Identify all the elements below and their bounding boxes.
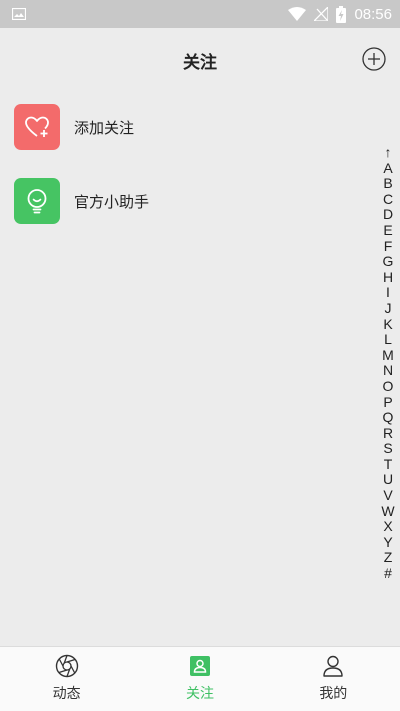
index-letter[interactable]: X [383, 519, 392, 535]
index-letter[interactable]: M [382, 347, 394, 364]
no-signal-icon [314, 7, 329, 21]
index-letter[interactable]: W [381, 503, 394, 520]
tab-feed[interactable]: 动态 [0, 647, 133, 711]
index-letter[interactable]: D [383, 207, 393, 223]
person-icon [323, 655, 344, 677]
tab-label: 我的 [319, 686, 348, 702]
index-letter[interactable]: L [384, 332, 392, 348]
wifi-icon [288, 7, 307, 21]
index-letter[interactable]: ↑ [385, 144, 392, 161]
index-letter[interactable]: S [383, 441, 392, 457]
status-bar: 08:56 [0, 0, 400, 28]
index-letter[interactable]: C [383, 191, 393, 208]
index-letter[interactable]: G [383, 254, 394, 270]
header: 关注 [0, 28, 400, 90]
index-letter[interactable]: U [383, 472, 393, 488]
index-letter[interactable]: Q [383, 409, 394, 426]
tab-me[interactable]: 我的 [267, 647, 400, 711]
index-letter[interactable]: I [386, 285, 390, 301]
lightbulb-face-icon [14, 178, 60, 224]
page-title: 关注 [183, 53, 217, 73]
image-notification-icon [12, 8, 26, 20]
index-letter[interactable]: B [383, 176, 392, 192]
list-item-official-assistant[interactable]: 官方小助手 [14, 178, 149, 224]
alphabet-index[interactable]: ↑ A B C D E F G H I J K L M N O P Q R S T U V W X Y Z # [380, 144, 396, 582]
index-letter[interactable]: K [383, 316, 392, 333]
index-letter[interactable]: J [385, 300, 392, 317]
index-letter[interactable]: R [383, 425, 393, 442]
index-letter[interactable]: Y [383, 534, 392, 551]
battery-charging-icon [336, 5, 347, 23]
index-letter[interactable]: E [383, 222, 392, 239]
status-time: 08:56 [354, 5, 392, 23]
list-item-label: 官方小助手 [74, 192, 150, 211]
tab-label: 关注 [185, 686, 214, 702]
tab-follow[interactable]: 关注 [133, 647, 266, 711]
index-letter[interactable]: # [384, 565, 392, 582]
index-letter[interactable]: V [383, 487, 392, 504]
tab-label: 动态 [52, 686, 81, 702]
list-item-label: 添加关注 [74, 118, 135, 137]
aperture-icon [55, 654, 78, 678]
index-letter[interactable]: H [383, 269, 393, 286]
index-letter[interactable]: T [384, 456, 393, 473]
index-letter[interactable]: F [384, 238, 393, 255]
index-letter[interactable]: Z [384, 550, 393, 566]
index-letter[interactable]: O [383, 378, 394, 395]
index-letter[interactable]: P [383, 394, 392, 411]
list-item-add-follow[interactable]: 添加关注 [14, 104, 134, 150]
bottom-nav: 动态 关注 我的 [0, 646, 400, 711]
contact-card-icon [189, 656, 210, 676]
heart-plus-icon [14, 104, 60, 150]
index-letter[interactable]: A [383, 160, 392, 177]
add-circle-button[interactable] [362, 47, 386, 71]
index-letter[interactable]: N [383, 363, 393, 379]
